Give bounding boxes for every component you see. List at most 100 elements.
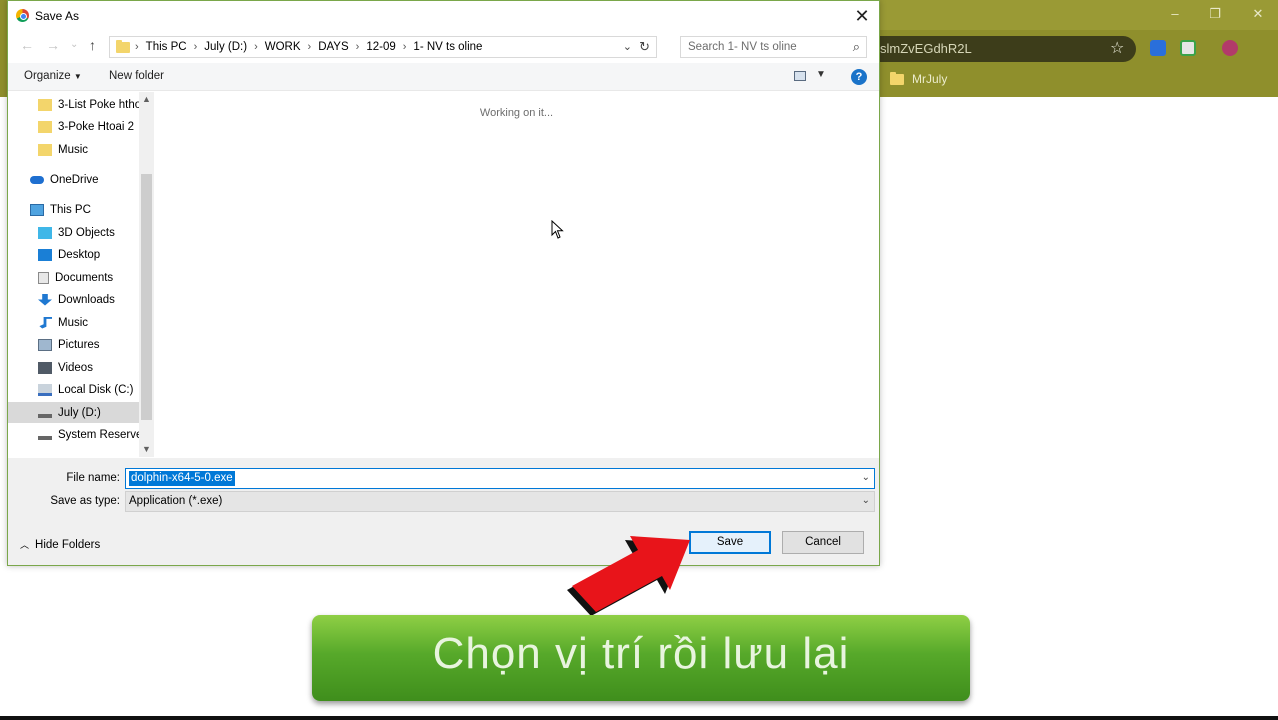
onedrive-icon [30,175,44,184]
save-type-select[interactable]: Application (*.exe) ⌄ [125,491,875,512]
breadcrumb-item[interactable]: 12-09 [366,41,395,53]
documents-icon [38,271,49,284]
extension-square-icon[interactable] [1180,40,1196,56]
sidebar-item-label: Desktop [58,248,101,261]
address-bar[interactable]: › This PC › July (D:) › WORK › DAYS › 12… [109,36,657,58]
hide-folders-button[interactable]: ︿ Hide Folders [20,538,100,551]
help-icon[interactable]: ? [851,69,867,85]
scroll-up-icon[interactable]: ▲ [142,94,151,104]
up-arrow-icon[interactable]: ↑ [89,37,96,53]
chevron-right-icon: › [254,41,258,53]
sidebar-item[interactable]: 3-List Poke htho [8,94,139,115]
sidebar-item-label: System Reservec [58,428,139,441]
desktop-icon [38,248,52,261]
sidebar-item[interactable]: Downloads [8,289,139,310]
sidebar-item[interactable]: Music [8,312,139,333]
sidebar-item-label: This PC [50,203,91,216]
breadcrumb-item[interactable]: 1- NV ts oline [413,41,482,53]
folder-icon [38,143,52,156]
dialog-title-bar[interactable]: Save As ✕ [8,1,879,31]
videos-icon [38,361,52,374]
change-view-icon[interactable] [794,71,806,81]
breadcrumb-item[interactable]: This PC [146,41,187,53]
scrollbar-thumb[interactable] [141,174,152,420]
sidebar-item[interactable]: Desktop [8,244,139,265]
cube-icon [38,226,52,239]
breadcrumb-item[interactable]: WORK [265,41,301,53]
folder-icon [38,120,52,133]
chevron-down-icon[interactable]: ⌄ [623,40,632,53]
sidebar-item[interactable]: This PC [8,199,139,220]
forward-arrow-icon[interactable]: → [46,37,60,53]
extension-shield-icon[interactable] [1150,40,1166,56]
caret-down-icon[interactable]: ▼ [816,69,826,80]
chevron-up-icon: ︿ [20,540,30,550]
file-name-value[interactable]: dolphin-x64-5-0.exe [129,471,235,486]
cancel-button[interactable]: Cancel [782,531,864,554]
file-list-area[interactable]: Working on it... [154,92,879,457]
sidebar-item[interactable]: System Reservec [8,424,139,445]
sidebar-item[interactable]: Pictures [8,334,139,355]
chevron-right-icon: › [135,41,139,53]
file-name-input[interactable]: dolphin-x64-5-0.exe ⌄ [125,468,875,489]
search-icon: ⌕ [852,39,860,54]
scroll-down-icon[interactable]: ▼ [142,444,151,454]
folder-icon [38,98,52,111]
sidebar-item[interactable]: 3D Objects [8,222,139,243]
chevron-down-icon[interactable]: ⌄ [862,495,870,506]
bookmark-item[interactable]: MrJuly [890,70,947,88]
close-icon[interactable]: ✕ [851,5,873,27]
sidebar-item[interactable]: Documents [8,267,139,288]
sidebar-item[interactable]: Music [8,139,139,160]
sidebar-item[interactable]: Local Disk (C:) [8,379,139,400]
chevron-down-icon[interactable]: ⌄ [862,472,870,483]
drive-icon [38,435,52,440]
browser-close-icon[interactable]: ✕ [1243,4,1273,24]
search-input[interactable]: Search 1- NV ts oline ⌕ [680,36,867,58]
sidebar-item[interactable]: Videos [8,357,139,378]
navigation-pane: 3-List Poke htho 3-Poke Htoai 2 Music OneDr… [8,92,154,457]
music-icon [39,316,52,329]
mouse-cursor-icon [551,220,564,239]
sidebar-item-label: 3-Poke Htoai 2 [58,120,135,133]
recent-locations-chevron-icon[interactable]: ⌄ [70,39,78,50]
dialog-title: Save As [35,9,80,23]
refresh-icon[interactable]: ↻ [639,39,650,55]
save-options-panel: File name: dolphin-x64-5-0.exe ⌄ Save as… [8,458,879,565]
red-pointer-arrow-icon [567,536,690,616]
chrome-icon [16,9,29,22]
dialog-toolbar: Organize ▼ New folder ▼ ? [8,63,879,91]
save-type-value: Application (*.exe) [129,495,223,507]
navigation-row: ← → ⌄ ↑ › This PC › July (D:) › WORK › D… [8,33,879,59]
search-placeholder: Search 1- NV ts oline [688,41,797,53]
computer-icon [30,203,44,216]
caption-text: Chọn vị trí rồi lưu lại [432,629,850,678]
sidebar-item-label: Videos [58,361,93,374]
bottom-border [0,716,1278,720]
pictures-icon [38,338,52,351]
chevron-right-icon: › [355,41,360,53]
breadcrumb-item[interactable]: DAYS [318,41,348,53]
sidebar-item[interactable]: July (D:) [8,402,139,423]
folder-icon [890,71,904,85]
breadcrumb: › This PC › July (D:) › WORK › DAYS › 12… [132,41,482,53]
back-arrow-icon[interactable]: ← [20,37,34,53]
restore-icon[interactable]: ❐ [1200,4,1230,24]
breadcrumb-item[interactable]: July (D:) [204,41,247,53]
sidebar-item[interactable]: OneDrive [8,169,139,190]
chevron-right-icon: › [307,41,312,53]
sidebar-item-label: Music [58,143,89,156]
organize-button[interactable]: Organize ▼ [24,70,82,82]
browser-address-bar[interactable]: slmZvEGdhR2L [870,36,1136,62]
sidebar-item-label: Downloads [58,293,115,306]
minimize-icon[interactable]: – [1160,4,1190,24]
profile-avatar-icon[interactable] [1222,40,1238,56]
bookmark-star-icon[interactable]: ☆ [1110,38,1124,58]
new-folder-button[interactable]: New folder [109,70,164,82]
drive-icon [38,413,52,418]
nav-scrollbar[interactable]: ▲ ▼ [139,92,154,457]
save-as-dialog: Save As ✕ ← → ⌄ ↑ › This PC › July (D:) … [7,0,880,566]
chevron-right-icon: › [193,41,198,53]
sidebar-item-label: Documents [55,271,114,284]
sidebar-item[interactable]: 3-Poke Htoai 2 [8,116,139,137]
